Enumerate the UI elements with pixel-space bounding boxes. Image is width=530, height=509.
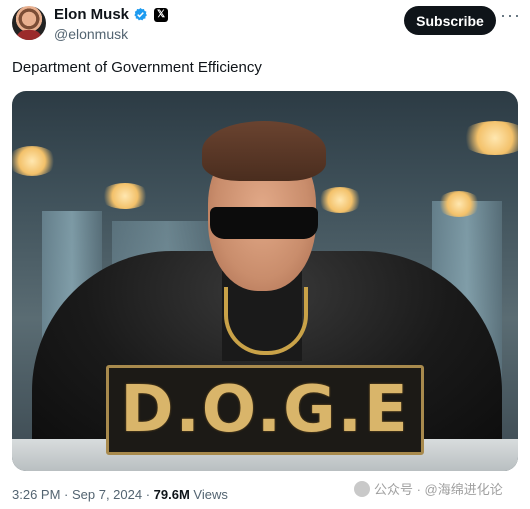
more-options-icon[interactable]: ··· <box>500 6 522 28</box>
tweet-text: Department of Government Efficiency <box>12 59 262 76</box>
plaque-text: D.O.G.E <box>120 373 410 447</box>
tweet-metadata: 3:26 PM · Sep 7, 2024 · 79.6M Views <box>12 487 228 502</box>
author-avatar[interactable] <box>12 6 46 40</box>
watermark: 公众号 · @海绵进化论 <box>354 479 503 498</box>
views-count: 79.6M <box>153 487 190 502</box>
tweet-date[interactable]: Sep 7, 2024 <box>72 487 142 502</box>
tweet-time[interactable]: 3:26 PM <box>12 487 60 502</box>
tweet-media-image[interactable]: D.O.G.E <box>12 91 518 471</box>
subscribe-button[interactable]: Subscribe <box>404 6 496 35</box>
author-handle[interactable]: @elonmusk <box>54 26 128 42</box>
wechat-icon <box>354 480 370 497</box>
doge-plaque: D.O.G.E <box>106 365 424 455</box>
x-logo-icon: 𝕏 <box>154 7 169 22</box>
author-name[interactable]: Elon Musk <box>54 6 129 23</box>
verified-badge-icon <box>134 7 147 21</box>
watermark-text: 公众号 · @海绵进化论 <box>374 482 503 497</box>
author-name-row: Elon Musk 𝕏 <box>54 6 169 23</box>
views-label: Views <box>189 487 228 502</box>
